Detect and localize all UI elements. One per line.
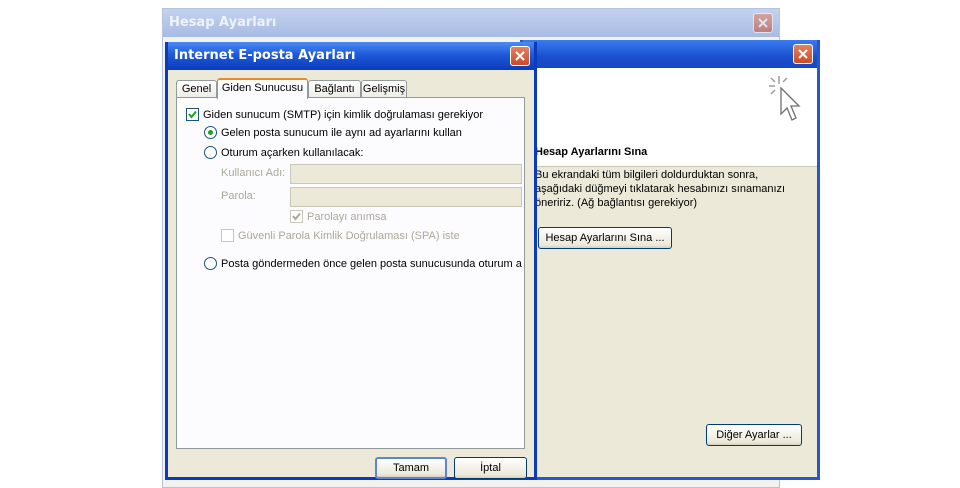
same-settings-radio-row[interactable]: Gelen posta sunucum ile aynı ad ayarları… — [204, 126, 462, 139]
tab-advanced[interactable]: Gelişmiş — [361, 80, 407, 98]
tab-connection[interactable]: Bağlantı — [308, 80, 361, 98]
cursor-click-icon — [769, 76, 801, 121]
remember-password-checkbox[interactable] — [290, 210, 303, 223]
close-icon — [758, 18, 768, 28]
ok-button[interactable]: Tamam — [375, 457, 447, 479]
username-label: Kullanıcı Adı: — [221, 167, 286, 179]
spa-checkbox[interactable] — [221, 229, 234, 242]
spa-label: Güvenli Parola Kimlik Doğrulaması (SPA) … — [238, 229, 460, 242]
test-account-settings-button[interactable]: Hesap Ayarlarını Sına ... — [538, 227, 672, 249]
password-label: Parola: — [221, 190, 256, 202]
more-settings-button[interactable]: Diğer Ayarlar ... — [706, 424, 802, 446]
account-settings-close-button[interactable] — [753, 13, 773, 33]
same-settings-radio[interactable] — [204, 126, 217, 139]
login-with-label: Oturum açarken kullanılacak: — [221, 146, 364, 159]
checkmark-icon — [188, 110, 197, 119]
outgoing-server-panel: Giden sunucum (SMTP) için kimlik doğrula… — [176, 97, 525, 449]
test-settings-window: Hesap Ayarlarını Sına Bu ekrandaki tüm b… — [520, 40, 820, 480]
login-incoming-first-label: Posta göndermeden önce gelen posta sunuc… — [221, 257, 522, 270]
username-field[interactable] — [290, 164, 522, 184]
close-icon — [515, 51, 525, 61]
account-settings-titlebar[interactable]: Hesap Ayarları — [163, 9, 779, 37]
same-settings-label: Gelen posta sunucum ile aynı ad ayarları… — [221, 126, 462, 139]
dialog-title: Internet E-posta Ayarları — [174, 48, 356, 63]
login-incoming-first-radio[interactable] — [204, 257, 217, 270]
smtp-auth-checkbox-row[interactable]: Giden sunucum (SMTP) için kimlik doğrula… — [186, 108, 483, 121]
test-settings-description: Bu ekrandaki tüm bilgileri doldurduktan … — [535, 169, 786, 209]
internet-email-settings-dialog: Internet E-posta Ayarları Genel Giden Su… — [165, 42, 537, 480]
tab-general[interactable]: Genel — [176, 80, 217, 98]
smtp-auth-checkbox[interactable] — [186, 108, 199, 121]
close-icon — [798, 49, 808, 59]
remember-password-label: Parolayı anımsa — [307, 210, 387, 223]
dialog-titlebar[interactable]: Internet E-posta Ayarları — [168, 42, 534, 70]
spa-row[interactable]: Güvenli Parola Kimlik Doğrulaması (SPA) … — [221, 229, 460, 242]
smtp-auth-label: Giden sunucum (SMTP) için kimlik doğrula… — [203, 108, 483, 121]
login-with-radio-row[interactable]: Oturum açarken kullanılacak: — [204, 146, 363, 159]
test-settings-close-button[interactable] — [793, 44, 813, 64]
login-incoming-first-radio-row[interactable]: Posta göndermeden önce gelen posta sunuc… — [204, 257, 522, 270]
login-with-radio[interactable] — [204, 146, 217, 159]
cancel-button[interactable]: İptal — [454, 457, 527, 479]
account-settings-title: Hesap Ayarları — [169, 15, 277, 30]
tab-outgoing-server[interactable]: Giden Sunucusu — [217, 78, 308, 99]
dialog-close-button[interactable] — [510, 46, 530, 66]
password-field[interactable] — [290, 187, 522, 207]
test-settings-heading: Hesap Ayarlarını Sına — [535, 146, 648, 158]
checkmark-icon — [292, 212, 301, 221]
remember-password-row[interactable]: Parolayı anımsa — [290, 210, 386, 223]
test-settings-titlebar[interactable] — [523, 40, 817, 68]
